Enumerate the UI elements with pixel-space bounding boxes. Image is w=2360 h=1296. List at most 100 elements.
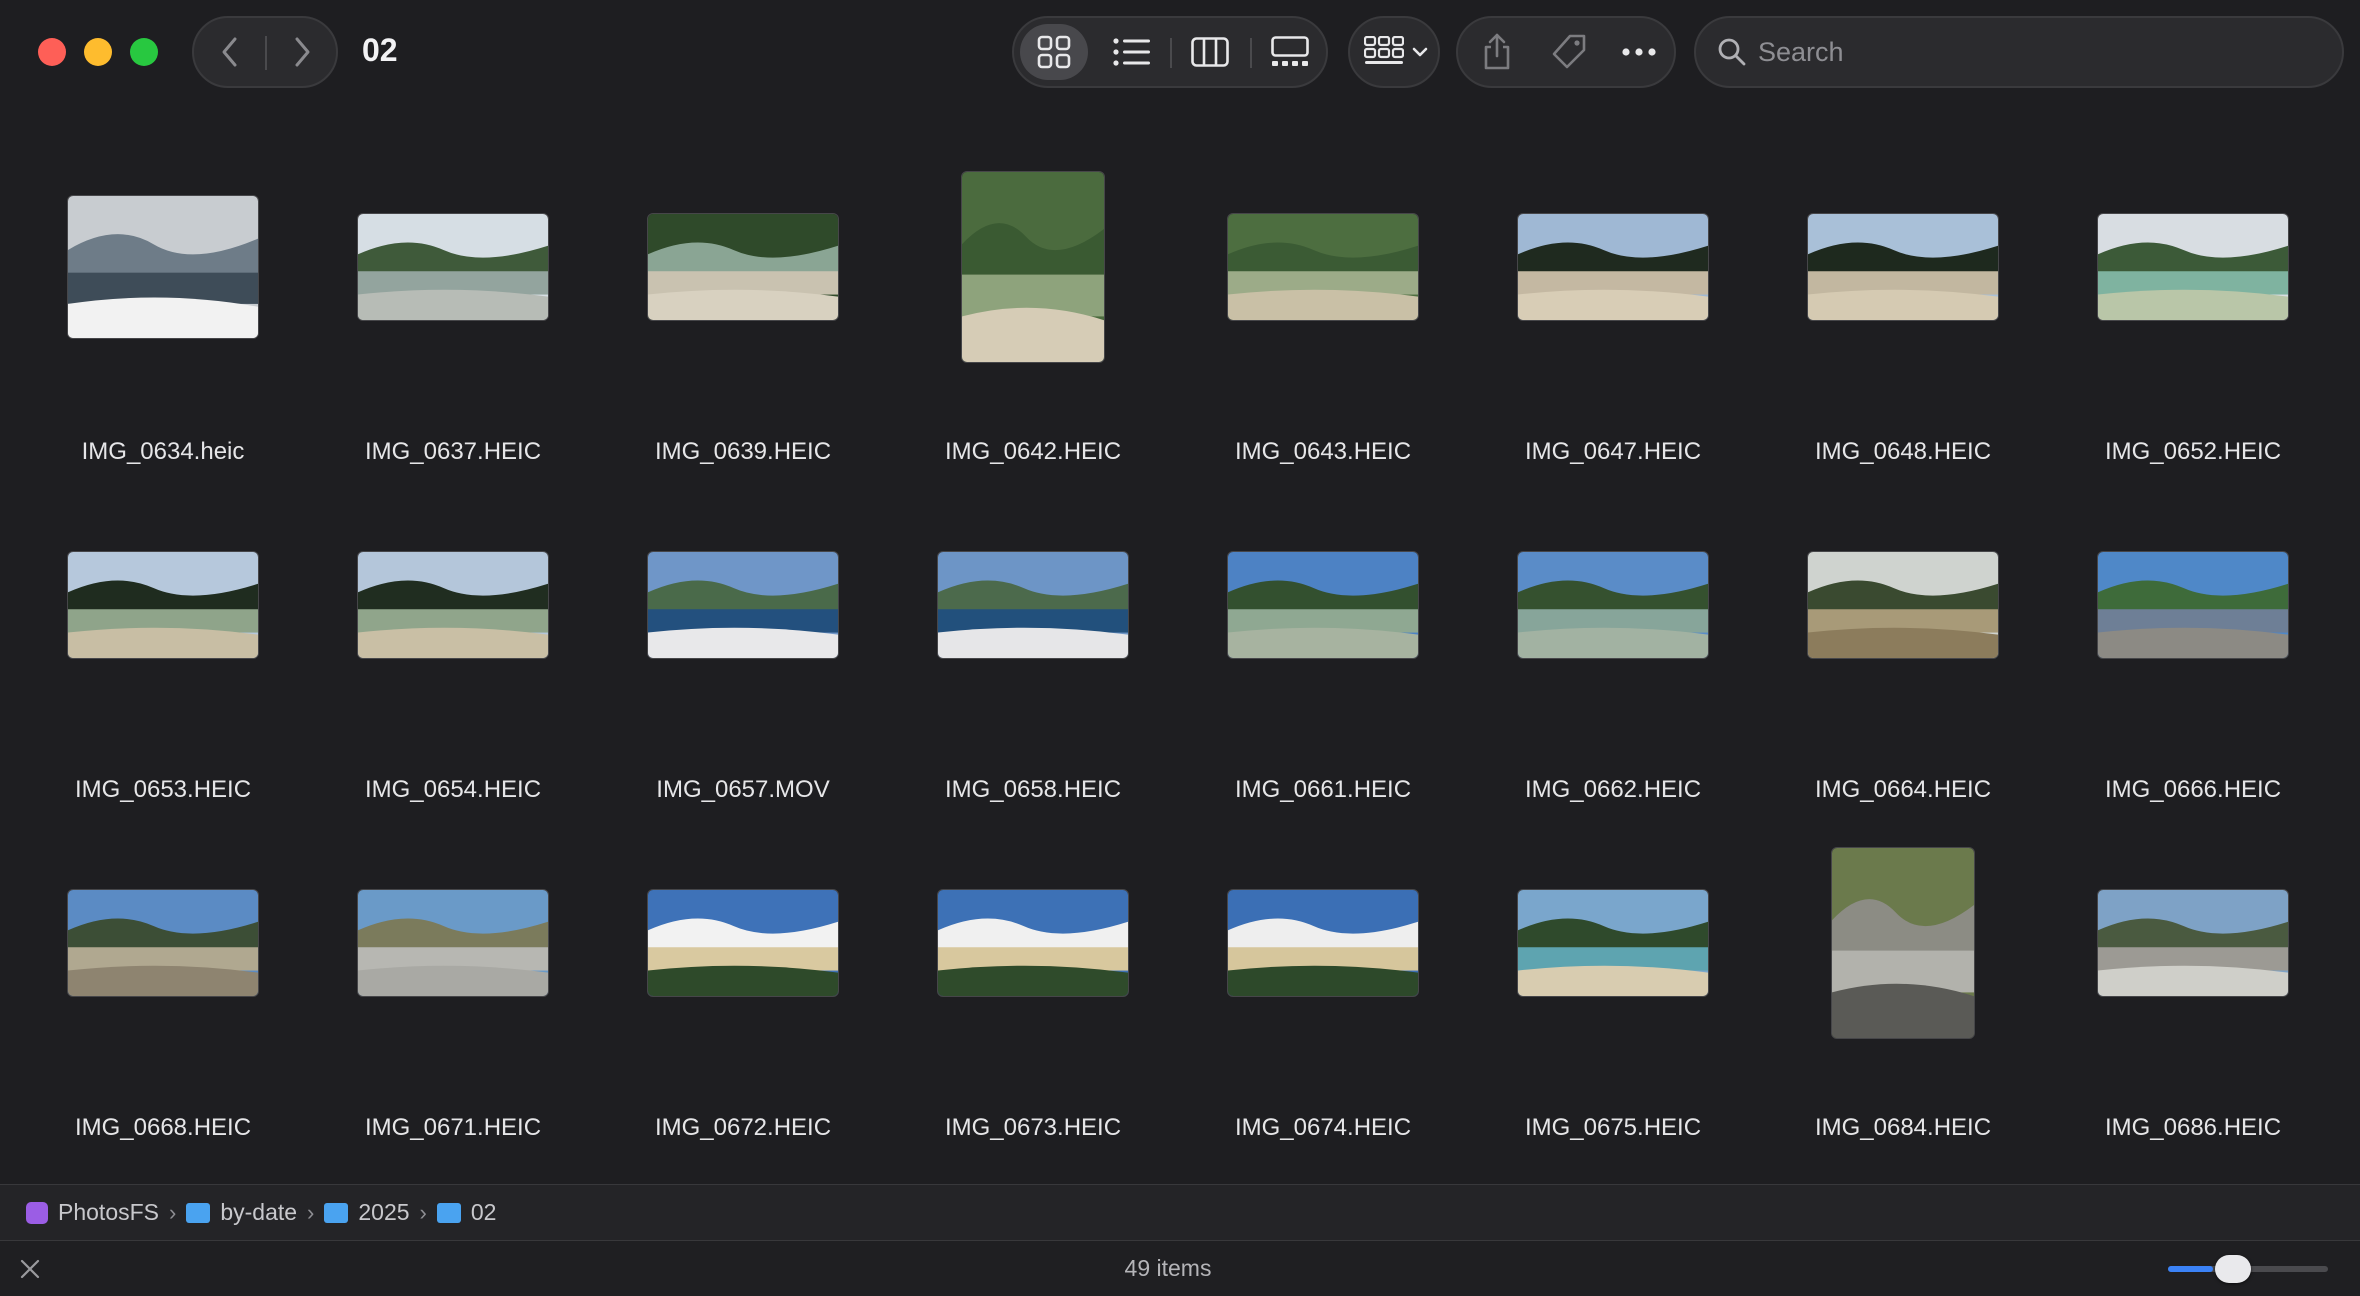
- file-item[interactable]: IMG_0684.HEIC: [1758, 822, 2048, 1141]
- slider-knob[interactable]: [2214, 1255, 2251, 1283]
- photo-thumbnail[interactable]: [1227, 889, 1419, 997]
- file-item[interactable]: IMG_0643.HEIC: [1178, 146, 1468, 465]
- file-name: IMG_0654.HEIC: [364, 776, 542, 803]
- forward-button[interactable]: [266, 18, 338, 86]
- file-item[interactable]: IMG_0652.HEIC: [2048, 146, 2338, 465]
- file-item[interactable]: IMG_0654.HEIC: [308, 484, 598, 803]
- path-crumb[interactable]: 2025: [324, 1199, 410, 1226]
- thumbnail-area: [308, 822, 598, 1064]
- file-item[interactable]: IMG_0648.HEIC: [1758, 146, 2048, 465]
- photo-thumbnail[interactable]: [1517, 551, 1709, 659]
- icon-view-button[interactable]: [1020, 24, 1088, 80]
- close-window-button[interactable]: [38, 38, 66, 66]
- file-item[interactable]: IMG_0647.HEIC: [1468, 146, 1758, 465]
- slider-fill: [2168, 1266, 2213, 1272]
- file-item[interactable]: IMG_0662.HEIC: [1468, 484, 1758, 803]
- file-item[interactable]: IMG_0634.heic: [18, 146, 308, 465]
- file-item[interactable]: IMG_0672.HEIC: [598, 822, 888, 1141]
- photo-thumbnail[interactable]: [2097, 551, 2289, 659]
- path-crumb-label: PhotosFS: [58, 1199, 159, 1225]
- path-crumb[interactable]: 02: [436, 1199, 496, 1226]
- file-item[interactable]: IMG_0668.HEIC: [18, 822, 308, 1141]
- gallery-view-button[interactable]: [1256, 24, 1324, 80]
- minimize-window-button[interactable]: [84, 38, 112, 66]
- file-name: IMG_0652.HEIC: [2104, 438, 2282, 465]
- file-item[interactable]: IMG_0673.HEIC: [888, 822, 1178, 1141]
- photo-thumbnail[interactable]: [67, 195, 259, 339]
- file-item[interactable]: IMG_0675.HEIC: [1468, 822, 1758, 1141]
- file-item[interactable]: IMG_0671.HEIC: [308, 822, 598, 1141]
- folder-icon: [186, 1202, 211, 1223]
- more-actions-button[interactable]: [1604, 22, 1674, 82]
- photo-thumbnail[interactable]: [1807, 551, 1999, 659]
- file-item[interactable]: IMG_0653.HEIC: [18, 484, 308, 803]
- photo-thumbnail[interactable]: [1227, 551, 1419, 659]
- photo-thumbnail[interactable]: [2097, 889, 2289, 997]
- list-view-button[interactable]: [1098, 24, 1166, 80]
- search-icon: [1718, 38, 1746, 66]
- path-crumb-label: by-date: [220, 1199, 298, 1225]
- folder-icon: [324, 1202, 349, 1223]
- photo-thumbnail[interactable]: [937, 551, 1129, 659]
- photo-thumbnail[interactable]: [67, 551, 259, 659]
- file-item[interactable]: IMG_0657.MOV: [598, 484, 888, 803]
- file-item[interactable]: IMG_0666.HEIC: [2048, 484, 2338, 803]
- thumbnail-area: [308, 146, 598, 388]
- file-name: IMG_0642.HEIC: [944, 438, 1122, 465]
- thumbnail-area: [598, 822, 888, 1064]
- photo-thumbnail[interactable]: [357, 551, 549, 659]
- photo-thumbnail[interactable]: [1227, 213, 1419, 321]
- file-name: IMG_0684.HEIC: [1814, 1114, 1992, 1141]
- thumbnail-area: [1178, 146, 1468, 388]
- column-view-button[interactable]: [1176, 24, 1244, 80]
- file-name: IMG_0686.HEIC: [2104, 1114, 2282, 1141]
- thumbnail-area: [2048, 484, 2338, 726]
- file-name: IMG_0647.HEIC: [1524, 438, 1702, 465]
- file-item[interactable]: IMG_0639.HEIC: [598, 146, 888, 465]
- photo-thumbnail[interactable]: [2097, 213, 2289, 321]
- photo-thumbnail[interactable]: [357, 889, 549, 997]
- icon-size-slider[interactable]: [2168, 1255, 2328, 1283]
- file-item[interactable]: IMG_0658.HEIC: [888, 484, 1178, 803]
- thumbnail-area: [18, 822, 308, 1064]
- file-name: IMG_0672.HEIC: [654, 1114, 832, 1141]
- photo-thumbnail[interactable]: [647, 213, 839, 321]
- file-name: IMG_0661.HEIC: [1234, 776, 1412, 803]
- chevron-left-icon: [222, 37, 237, 67]
- share-button[interactable]: [1462, 22, 1532, 82]
- file-item[interactable]: IMG_0661.HEIC: [1178, 484, 1468, 803]
- photo-thumbnail[interactable]: [647, 551, 839, 659]
- file-item[interactable]: IMG_0686.HEIC: [2048, 822, 2338, 1141]
- view-divider: [1170, 38, 1172, 68]
- search-field[interactable]: [1694, 16, 2344, 88]
- photo-thumbnail[interactable]: [647, 889, 839, 997]
- group-by-button[interactable]: [1348, 16, 1440, 88]
- file-name: IMG_0666.HEIC: [2104, 776, 2282, 803]
- photo-thumbnail[interactable]: [1807, 213, 1999, 321]
- search-input[interactable]: [1758, 30, 2318, 74]
- file-item[interactable]: IMG_0664.HEIC: [1758, 484, 2048, 803]
- photo-thumbnail[interactable]: [67, 889, 259, 997]
- path-crumb[interactable]: by-date: [186, 1199, 297, 1226]
- share-icon: [1484, 33, 1510, 70]
- photo-thumbnail[interactable]: [1831, 847, 1975, 1039]
- thumbnail-area: [308, 484, 598, 726]
- photo-thumbnail[interactable]: [1517, 213, 1709, 321]
- file-item[interactable]: IMG_0674.HEIC: [1178, 822, 1468, 1141]
- tag-button[interactable]: [1534, 22, 1604, 82]
- zoom-window-button[interactable]: [130, 38, 158, 66]
- path-crumb[interactable]: PhotosFS: [26, 1199, 159, 1226]
- back-button[interactable]: [194, 18, 266, 86]
- photo-thumbnail[interactable]: [1517, 889, 1709, 997]
- photo-thumbnail[interactable]: [961, 171, 1105, 363]
- photo-thumbnail[interactable]: [357, 213, 549, 321]
- photo-thumbnail[interactable]: [937, 889, 1129, 997]
- chevron-right-icon: ›: [169, 1199, 177, 1225]
- file-item[interactable]: IMG_0642.HEIC: [888, 146, 1178, 465]
- file-name: IMG_0673.HEIC: [944, 1114, 1122, 1141]
- grid-icon: [1037, 35, 1071, 69]
- file-item[interactable]: IMG_0637.HEIC: [308, 146, 598, 465]
- thumbnail-area: [598, 484, 888, 726]
- file-name: IMG_0662.HEIC: [1524, 776, 1702, 803]
- file-name: IMG_0643.HEIC: [1234, 438, 1412, 465]
